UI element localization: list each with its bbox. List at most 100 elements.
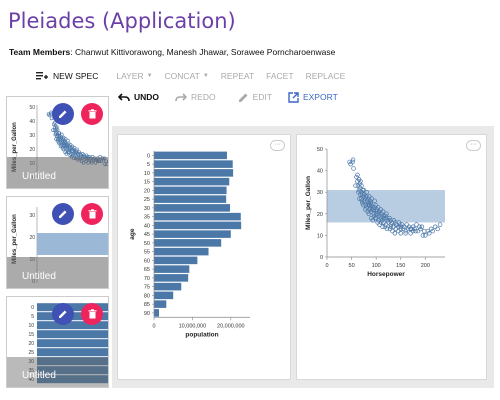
y-tick-label: 50 xyxy=(317,147,323,153)
layer-menu[interactable]: LAYER ▼ xyxy=(116,71,152,81)
y-tick-label: 25 xyxy=(144,197,150,203)
thumb2-band xyxy=(37,233,108,255)
thumbnail-band[interactable]: Miles_per_Gallon 30 20 10 0 Untitled xyxy=(6,196,109,289)
thumbnail-label: Untitled xyxy=(22,171,56,182)
y-tick-label: 85 xyxy=(144,302,150,308)
bar-25 xyxy=(154,195,227,203)
caret-down-icon: ▼ xyxy=(202,73,209,79)
bar-15 xyxy=(154,177,230,186)
thumb-tick-label: 5 xyxy=(31,314,34,320)
delete-thumbnail-button[interactable] xyxy=(81,203,103,225)
redo-icon xyxy=(175,92,188,101)
replace-label: REPLACE xyxy=(305,71,346,81)
svg-text:30: 30 xyxy=(29,133,35,139)
edit-thumbnail-button[interactable] xyxy=(52,203,74,225)
scatter-point xyxy=(391,224,396,230)
bar-90 xyxy=(154,309,159,317)
spec-canvas: ··· 0 5 10 15 20 25 30 35 40 45 50 55 60 65 70 75 80 85 90… xyxy=(112,126,494,388)
open-in-new-icon xyxy=(288,91,299,103)
delete-thumbnail-button[interactable] xyxy=(81,103,103,125)
svg-text:20: 20 xyxy=(29,147,35,153)
concat-menu[interactable]: CONCAT ▼ xyxy=(165,71,209,81)
team-members: Team Members: Chanwut Kittivorawong, Man… xyxy=(9,47,335,57)
edit-button[interactable]: EDIT xyxy=(238,92,272,103)
scatter-point xyxy=(432,224,438,230)
x-axis-title: population xyxy=(185,331,218,338)
more-options-icon[interactable]: ··· xyxy=(466,140,481,151)
team-members-names: : Chanwut Kittivorawong, Manesh Jhawar, … xyxy=(70,47,336,57)
redo-button[interactable]: REDO xyxy=(175,92,216,102)
thumbnail-bars[interactable]: 0 5 10 15 20 25 30 35 40 Untitled xyxy=(6,296,109,388)
scatter-point xyxy=(415,228,421,234)
bar-30 xyxy=(154,204,231,212)
x-tick-label: 20,000,000 xyxy=(217,323,245,329)
undo-label: UNDO xyxy=(134,92,160,102)
bar-chart-panel[interactable]: ··· 0 5 10 15 20 25 30 35 40 45 50 55 60 65 70 75 80 85 90… xyxy=(117,134,291,380)
scatter-chart-panel[interactable]: ··· 0 10 20 30 40 50 0 50 100 150 200 Horsepower Mil… xyxy=(296,134,487,380)
bar-0 xyxy=(154,151,227,160)
x-tick-label: 100 xyxy=(372,263,381,269)
edit-label: EDIT xyxy=(252,92,272,102)
scatter-point xyxy=(398,230,403,236)
scatter-point xyxy=(396,228,401,234)
y-tick-label: 20 xyxy=(144,188,150,194)
y-tick-label: 45 xyxy=(144,232,150,238)
bar-40 xyxy=(154,221,242,230)
y-tick-label: 50 xyxy=(144,241,150,247)
y-tick-label: 0 xyxy=(320,255,323,261)
undo-button[interactable]: UNDO xyxy=(118,92,159,102)
history-toolbar: UNDO REDO EDIT EXPORT xyxy=(118,90,354,104)
bar-5 xyxy=(154,160,233,168)
y-tick-label: 75 xyxy=(144,285,150,291)
thumb-tick-label: 0 xyxy=(31,305,34,311)
replace-button[interactable]: REPLACE xyxy=(306,71,346,81)
x-tick-label: 50 xyxy=(349,263,355,269)
bar-55 xyxy=(154,247,209,256)
y-tick-label: 65 xyxy=(144,267,150,273)
thumbnail-label: Untitled xyxy=(22,271,56,282)
scatter-point xyxy=(408,230,413,236)
repeat-button[interactable]: REPEAT xyxy=(221,71,254,81)
export-label: EXPORT xyxy=(302,92,338,102)
undo-icon xyxy=(118,92,130,101)
app-title: Pleiades (Application) xyxy=(8,9,236,33)
facet-label: FACET xyxy=(266,71,294,81)
bar-70 xyxy=(154,274,189,282)
thumb-tick-label: 20 xyxy=(28,341,34,347)
y-tick-label: 35 xyxy=(144,215,150,221)
facet-button[interactable]: FACET xyxy=(266,71,293,81)
y-tick-label: 30 xyxy=(144,206,150,212)
scatter-point xyxy=(404,222,409,227)
bar-65 xyxy=(154,265,190,273)
x-tick-label: 150 xyxy=(396,263,405,269)
y-tick-label: 60 xyxy=(144,258,150,264)
thumb-tick-label: 25 xyxy=(28,350,34,356)
new-spec-label: NEW SPEC xyxy=(53,71,99,81)
pencil-icon xyxy=(59,110,67,118)
trash-icon xyxy=(88,309,96,319)
bar-50 xyxy=(154,239,222,247)
export-button[interactable]: EXPORT xyxy=(288,91,338,103)
thumbnail-scatter[interactable]: Miles_per_Gallon 50 40 30 20 10 0 Untitl… xyxy=(6,96,109,189)
thumb-tick-label: 10 xyxy=(28,323,34,329)
repeat-label: REPEAT xyxy=(220,71,255,81)
y-tick-label: 30 xyxy=(317,190,323,196)
pencil-icon xyxy=(238,93,248,102)
playlist-add-icon xyxy=(36,72,48,80)
trash-icon xyxy=(88,109,96,119)
scatter-point xyxy=(420,233,426,238)
y-tick-label: 90 xyxy=(144,311,150,317)
thumb-bar xyxy=(37,330,108,339)
thumb-bar xyxy=(37,339,108,348)
spec-toolbar: NEW SPEC LAYER ▼ CONCAT ▼ REPEAT FACET REP… xyxy=(36,69,357,83)
thumb-bar xyxy=(37,348,108,357)
edit-thumbnail-button[interactable] xyxy=(52,303,74,325)
edit-thumbnail-button[interactable] xyxy=(52,103,74,125)
delete-thumbnail-button[interactable] xyxy=(81,303,103,325)
new-spec-button[interactable]: NEW SPEC xyxy=(36,71,98,81)
more-options-icon[interactable]: ··· xyxy=(270,140,285,151)
scatter-point xyxy=(435,226,440,232)
svg-text:20: 20 xyxy=(29,235,35,241)
scatter-point xyxy=(393,226,399,232)
scatter-point xyxy=(392,230,398,236)
